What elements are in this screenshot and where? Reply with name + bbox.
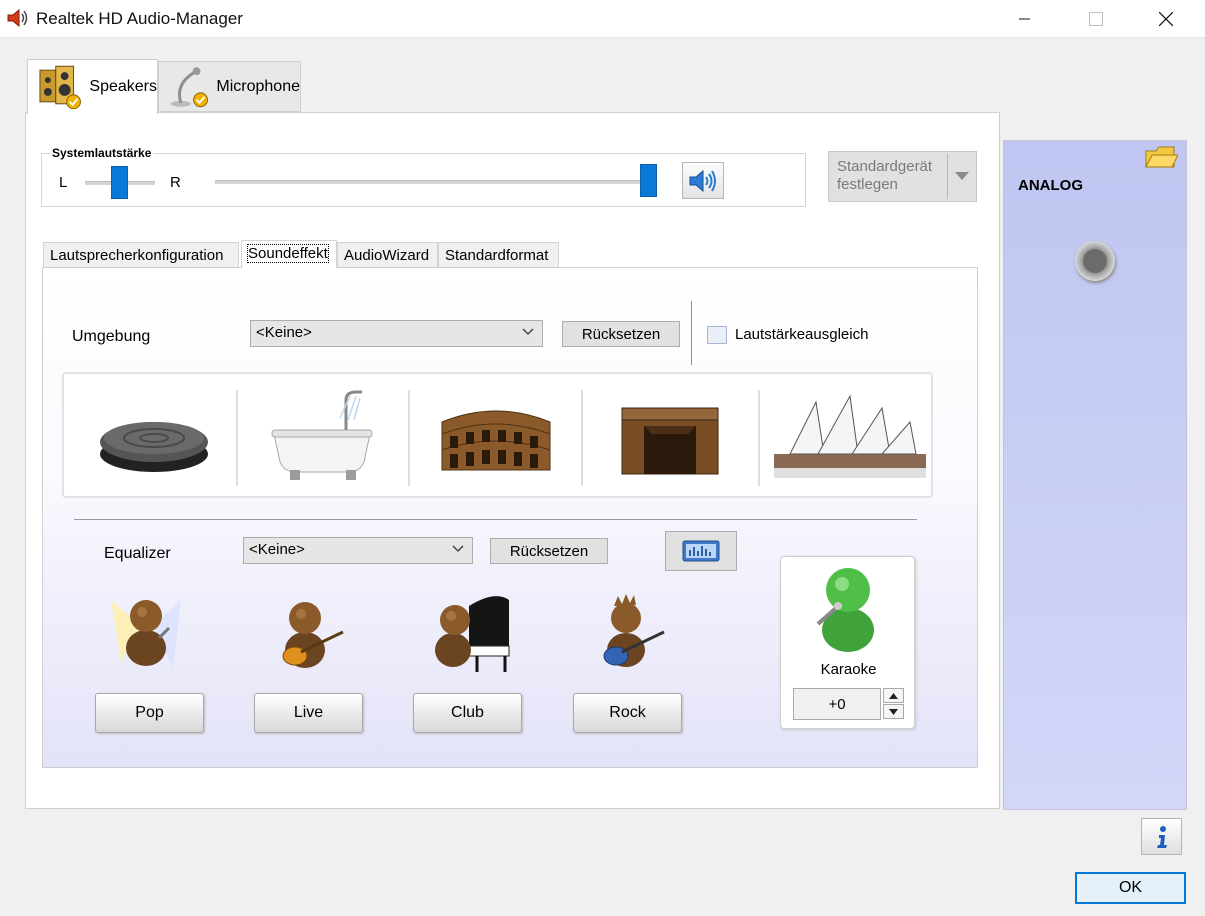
tab-speaker-configuration-label: Lautsprecherkonfiguration bbox=[50, 247, 224, 264]
client-area: Speakers Microphone Systemlautstärke L R bbox=[0, 38, 1205, 916]
karaoke-panel: Karaoke +0 bbox=[780, 556, 915, 729]
window-title: Realtek HD Audio-Manager bbox=[36, 9, 243, 28]
karaoke-label: Karaoke bbox=[820, 661, 877, 678]
minimize-button[interactable] bbox=[1002, 0, 1048, 38]
environment-reset-label: Rücksetzen bbox=[581, 325, 661, 343]
arrow-up-icon bbox=[889, 692, 898, 699]
bathroom-icon[interactable] bbox=[262, 382, 382, 492]
folder-icon[interactable] bbox=[1144, 143, 1178, 171]
balance-right-label: R bbox=[170, 174, 181, 191]
ok-label: OK bbox=[1118, 879, 1143, 896]
close-icon bbox=[1159, 12, 1173, 26]
karaoke-decrement-button[interactable] bbox=[883, 704, 904, 719]
set-default-device-button[interactable]: Standardgerät festlegen bbox=[828, 151, 977, 202]
eq-preset-rock-label: Rock bbox=[609, 704, 646, 721]
volume-slider-track[interactable] bbox=[215, 180, 655, 184]
system-volume-label: Systemlautstärke bbox=[50, 146, 154, 160]
eq-preset-pop-button[interactable]: Pop bbox=[95, 693, 204, 733]
eq-preset-live-label: Live bbox=[293, 704, 324, 721]
graphic-equalizer-button[interactable] bbox=[665, 531, 737, 571]
tab-speakers[interactable]: Speakers bbox=[27, 59, 158, 114]
loudness-checkbox[interactable] bbox=[707, 326, 727, 344]
tab-sound-effects[interactable]: Soundeffekt bbox=[241, 240, 337, 268]
eq-preset-club-label: Club bbox=[451, 704, 484, 721]
tab-default-format-label: Standardformat bbox=[445, 247, 549, 264]
karaoke-increment-button[interactable] bbox=[883, 688, 904, 703]
connector-panel: ANALOG bbox=[1003, 140, 1187, 810]
speaker-volume-icon bbox=[689, 169, 716, 192]
sound-effects-panel: Umgebung <Keine> Rücksetzen Lautstärkeau… bbox=[42, 267, 978, 768]
karaoke-value-field[interactable]: +0 bbox=[793, 688, 881, 720]
karaoke-singer-icon bbox=[816, 568, 874, 652]
tab-microphone-label: Microphone bbox=[216, 77, 300, 95]
speakers-icon bbox=[39, 65, 81, 110]
split-separator bbox=[947, 154, 948, 199]
tab-speakers-label: Speakers bbox=[89, 78, 157, 95]
loudness-label: Lautstärkeausgleich bbox=[735, 326, 869, 343]
balance-slider-thumb[interactable] bbox=[111, 166, 128, 199]
colosseum-icon[interactable] bbox=[436, 382, 556, 492]
speaker-app-icon bbox=[7, 8, 28, 28]
vertical-divider bbox=[691, 301, 692, 365]
eq-preset-pop-label: Pop bbox=[135, 704, 164, 721]
set-default-line1: Standardgerät bbox=[837, 158, 933, 175]
equalizer-icon bbox=[682, 540, 720, 562]
ok-button[interactable]: OK bbox=[1075, 872, 1186, 904]
preset-separator bbox=[408, 390, 410, 486]
info-icon bbox=[1156, 825, 1167, 848]
info-button[interactable] bbox=[1141, 818, 1182, 855]
tab-default-format[interactable]: Standardformat bbox=[438, 242, 559, 268]
rock-guitarist-icon bbox=[603, 594, 665, 667]
chevron-down-icon bbox=[522, 328, 534, 335]
eq-preset-live-button[interactable]: Live bbox=[254, 693, 363, 733]
stone-room-icon[interactable] bbox=[94, 382, 214, 492]
set-default-line2: festlegen bbox=[837, 176, 898, 193]
analog-jack-icon[interactable] bbox=[1075, 241, 1115, 281]
title-bar: Realtek HD Audio-Manager bbox=[0, 0, 1205, 38]
volume-slider-thumb[interactable] bbox=[640, 164, 657, 197]
equalizer-label: Equalizer bbox=[104, 545, 171, 562]
club-pianist-icon bbox=[435, 596, 510, 672]
opera-house-icon[interactable] bbox=[770, 382, 930, 492]
equalizer-select[interactable]: <Keine> bbox=[243, 537, 473, 564]
tab-audio-wizard[interactable]: AudioWizard bbox=[337, 242, 438, 268]
maximize-button[interactable] bbox=[1073, 0, 1119, 38]
speakers-panel: Systemlautstärke L R Standardgerät festl… bbox=[25, 112, 1000, 809]
mute-button[interactable] bbox=[682, 162, 724, 199]
equalizer-reset-label: Rücksetzen bbox=[509, 542, 589, 560]
fireplace-icon[interactable] bbox=[610, 382, 730, 492]
close-button[interactable] bbox=[1143, 0, 1189, 38]
tab-microphone[interactable]: Microphone bbox=[158, 61, 301, 112]
analog-label: ANALOG bbox=[1018, 177, 1083, 194]
preset-separator bbox=[758, 390, 760, 486]
tab-audio-wizard-label: AudioWizard bbox=[344, 247, 430, 264]
tab-speaker-configuration[interactable]: Lautsprecherkonfiguration bbox=[43, 242, 239, 268]
section-divider bbox=[74, 519, 917, 520]
minimize-icon bbox=[1019, 18, 1030, 20]
equalizer-reset-button[interactable]: Rücksetzen bbox=[490, 538, 608, 564]
system-volume-group: Systemlautstärke L R bbox=[41, 146, 806, 207]
environment-selected-value: <Keine> bbox=[256, 324, 312, 341]
balance-left-label: L bbox=[59, 174, 68, 191]
environment-select[interactable]: <Keine> bbox=[250, 320, 543, 347]
eq-preset-rock-button[interactable]: Rock bbox=[573, 693, 682, 733]
chevron-down-icon bbox=[452, 545, 464, 552]
chevron-down-icon[interactable] bbox=[955, 172, 969, 181]
environment-label: Umgebung bbox=[72, 328, 151, 345]
environment-reset-button[interactable]: Rücksetzen bbox=[562, 321, 680, 347]
microphone-icon bbox=[170, 66, 208, 107]
live-guitarist-icon bbox=[282, 602, 344, 668]
pop-singer-icon bbox=[111, 600, 181, 668]
tab-sound-effects-label: Soundeffekt bbox=[247, 244, 329, 263]
karaoke-value: +0 bbox=[828, 695, 846, 713]
arrow-down-icon bbox=[889, 708, 898, 715]
environment-presets-box bbox=[62, 372, 933, 498]
preset-separator bbox=[581, 390, 583, 486]
maximize-icon bbox=[1089, 12, 1103, 26]
equalizer-selected-value: <Keine> bbox=[249, 541, 305, 558]
preset-separator bbox=[236, 390, 238, 486]
eq-preset-club-button[interactable]: Club bbox=[413, 693, 522, 733]
